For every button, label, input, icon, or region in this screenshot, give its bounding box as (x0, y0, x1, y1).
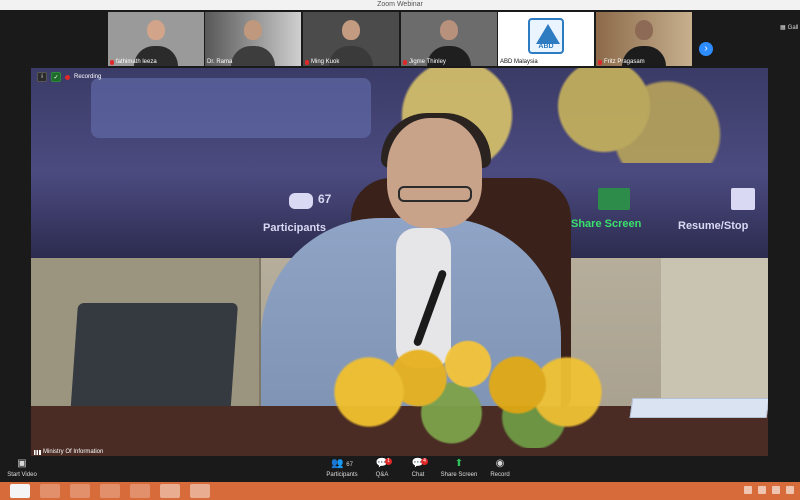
abd-logo-text: ABD (538, 43, 554, 50)
window-titlebar: Zoom Webinar (0, 0, 800, 10)
participant-name-tag: Fritz Pragasam (598, 59, 645, 65)
gallery-view-button[interactable]: ▦ Gall (780, 24, 798, 32)
participant-tile[interactable]: Fritz Pragasam (596, 12, 692, 66)
notification-icon[interactable] (786, 486, 794, 494)
papers (629, 398, 768, 418)
overlay-share-icon (598, 188, 630, 210)
record-button[interactable]: ◉ Record (478, 458, 522, 482)
vlc-icon[interactable] (70, 484, 90, 498)
system-tray (744, 486, 794, 494)
participants-overlay-icon (289, 193, 313, 209)
muted-mic-icon (305, 59, 309, 65)
muted-mic-icon (598, 59, 602, 65)
participant-tile[interactable]: ABD ABD Malaysia (498, 12, 594, 66)
meeting-toolbar: ▣ Start Video 👥 67 Participants 💬 1 Q&A … (0, 456, 800, 482)
overlay-play-icon (731, 188, 755, 210)
zoom-icon[interactable] (190, 484, 210, 498)
participant-tile[interactable]: Dr. Rama (205, 12, 301, 66)
participants-button[interactable]: 👥 67 Participants (320, 458, 364, 482)
participant-tile[interactable]: fathimath leeza (108, 12, 204, 66)
participant-name-tag: Ming Kuok (305, 59, 339, 65)
tablet (69, 303, 239, 418)
participant-tile[interactable]: Jigme Thinley (401, 12, 497, 66)
participant-name-tag: Jigme Thinley (403, 59, 446, 65)
flower-arrangement (303, 308, 633, 448)
participant-name-tag: fathimath leeza (110, 59, 157, 65)
speaker-name-tag: Ministry Of Information (34, 449, 103, 455)
start-video-button[interactable]: ▣ Start Video (0, 458, 44, 482)
windows-taskbar (0, 482, 800, 500)
chat-button[interactable]: 💬 4 Chat (396, 458, 440, 482)
speaker-head (387, 118, 482, 228)
overlay-resume-label: Resume/Stop (678, 220, 749, 232)
participant-name-tag: Dr. Rama (207, 59, 233, 65)
qa-badge: 1 (385, 458, 392, 465)
video-camera-off-icon: ▣ (17, 458, 27, 469)
volume-icon[interactable] (758, 486, 766, 494)
share-screen-icon: ⬆ (454, 458, 464, 469)
muted-mic-icon (110, 59, 114, 65)
battery-icon[interactable] (772, 486, 780, 494)
security-shield-icon[interactable]: ✓ (51, 72, 61, 82)
edge-icon[interactable] (40, 484, 60, 498)
participant-tile[interactable]: Ming Kuok (303, 12, 399, 66)
file-explorer-icon[interactable] (100, 484, 120, 498)
notepad-icon[interactable] (130, 484, 150, 498)
word-icon[interactable] (160, 484, 180, 498)
gallery-next-button[interactable]: › (699, 42, 713, 56)
share-screen-button[interactable]: ⬆ Share Screen (436, 458, 482, 482)
abd-logo-icon: ABD (528, 18, 564, 54)
overlay-participants-label: Participants (263, 222, 326, 234)
recording-label: Recording (74, 74, 102, 80)
muted-mic-icon (403, 59, 407, 65)
overlay-participants-count: 67 (318, 192, 332, 206)
chat-icon: 💬 (411, 458, 425, 469)
glasses (398, 186, 472, 202)
overlay-share-label: Share Screen (571, 218, 642, 230)
info-icon[interactable]: i (37, 72, 47, 82)
meeting-status-bar: i ✓ Recording (37, 72, 101, 82)
chrome-icon[interactable] (10, 484, 30, 498)
participants-icon: 👥 67 (331, 458, 353, 469)
chat-badge: 4 (421, 458, 428, 465)
recording-dot-icon (65, 74, 70, 80)
record-icon: ◉ (495, 458, 505, 469)
chevron-right-icon: › (704, 43, 708, 54)
active-speaker-video: 67 Participants 12 Share Screen Resume/S… (31, 68, 768, 456)
grid-icon: ▦ (780, 25, 786, 31)
signal-bars-icon (34, 449, 41, 455)
participant-gallery: fathimath leeza Dr. Rama Ming Kuok Jigme… (0, 10, 800, 68)
participant-name-tag: ABD Malaysia (500, 59, 538, 65)
network-icon[interactable] (744, 486, 752, 494)
window-title: Zoom Webinar (377, 1, 423, 8)
